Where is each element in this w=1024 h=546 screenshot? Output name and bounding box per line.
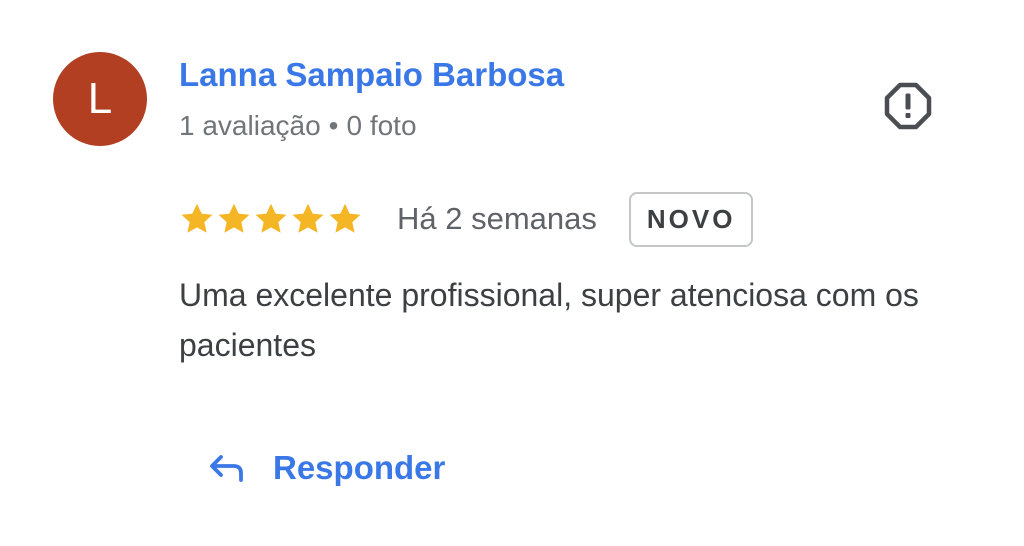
meta-separator: • bbox=[328, 110, 339, 141]
reply-label: Responder bbox=[273, 449, 446, 486]
new-badge: NOVO bbox=[628, 191, 754, 247]
photos-count: 0 foto bbox=[346, 110, 417, 141]
report-octagon-icon bbox=[884, 82, 932, 130]
review-time: Há 2 semanas bbox=[397, 201, 597, 236]
star-icon bbox=[255, 203, 287, 233]
star-icon bbox=[292, 203, 324, 233]
rating-row: Há 2 semanas NOVO bbox=[179, 186, 754, 252]
reviews-count: 1 avaliação bbox=[179, 110, 321, 141]
avatar[interactable]: L bbox=[53, 52, 147, 146]
avatar-initial: L bbox=[87, 74, 113, 123]
review-text: Uma excelente profissional, super atenci… bbox=[179, 277, 919, 363]
author-name[interactable]: Lanna Sampaio Barbosa bbox=[179, 56, 564, 94]
star-icon bbox=[218, 203, 250, 233]
star-icon bbox=[181, 203, 213, 233]
reply-button[interactable]: Responder bbox=[205, 440, 445, 496]
author-meta: 1 avaliação • 0 foto bbox=[179, 110, 417, 142]
star-rating bbox=[179, 201, 363, 237]
report-button[interactable] bbox=[882, 80, 934, 132]
reply-arrow-icon bbox=[210, 455, 243, 482]
star-icon bbox=[329, 203, 361, 233]
